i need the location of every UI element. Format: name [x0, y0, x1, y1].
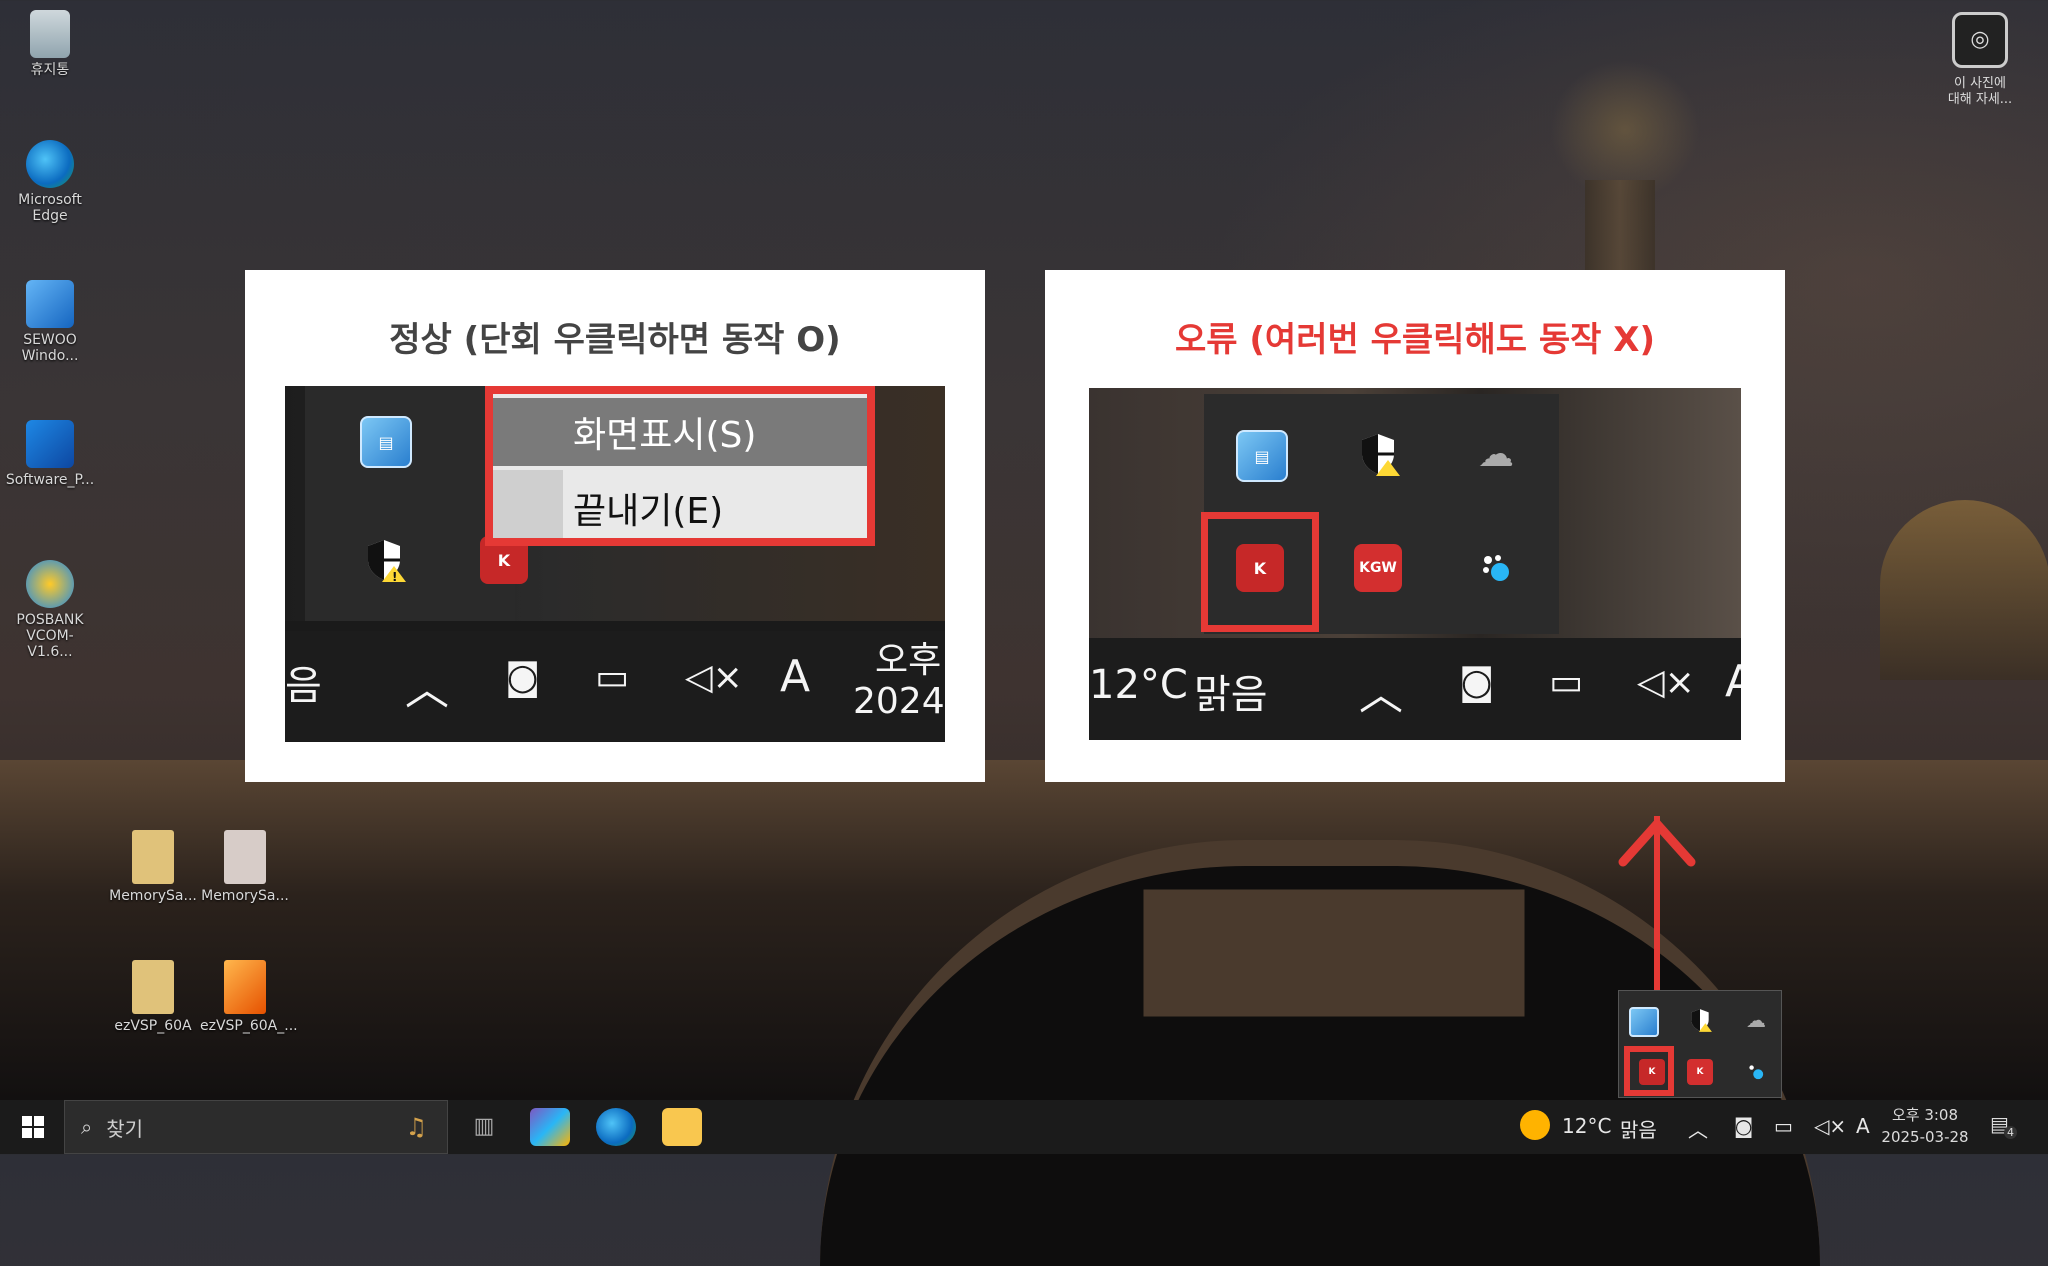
- posbank-icon: [26, 560, 74, 608]
- security-shield-icon[interactable]: !: [360, 536, 408, 584]
- windows-icon: [22, 1116, 44, 1138]
- taskbar-weather-text[interactable]: 맑음: [1620, 1114, 1657, 1143]
- kgw-tray-icon[interactable]: K: [1687, 1059, 1713, 1085]
- input-language-indicator[interactable]: A: [780, 651, 810, 702]
- notification-count: 4: [2004, 1126, 2017, 1139]
- taskbar-weather-temp[interactable]: 12°C: [1562, 1114, 1611, 1138]
- taskbar-search-box[interactable]: ⌕ 찾기 ♫: [64, 1100, 448, 1154]
- menu-item-exit[interactable]: 끝내기(E): [493, 474, 867, 542]
- folder-icon: [132, 830, 174, 884]
- weather-temp[interactable]: 12°C: [1089, 662, 1188, 708]
- camera-icon[interactable]: ◙: [1734, 1114, 1753, 1138]
- learn-about-picture-button[interactable]: ◎ 이 사진에 대해 자세...: [1935, 8, 2025, 108]
- desktop-icon-memory-2[interactable]: MemorySa...: [200, 830, 290, 904]
- error-taskbar-strip: 12°C 맑음 ︿ ◙ ▭ ◁× A: [1089, 638, 1741, 740]
- taskbar-clock[interactable]: 오후 3:08 2025-03-28: [1880, 1104, 1970, 1148]
- onedrive-offline-icon[interactable]: ☁: [1743, 1007, 1769, 1033]
- search-highlight-icon: ♫: [405, 1113, 427, 1141]
- volume-mute-icon[interactable]: ◁×: [685, 657, 743, 698]
- normal-taskbar-strip: 음 ︿ ◙ ▭ ◁× A 오후 2024-: [285, 631, 945, 741]
- onedrive-offline-icon[interactable]: ☁: [1472, 430, 1520, 478]
- notification-button[interactable]: ▤ 4: [1990, 1112, 2020, 1142]
- highlight-kcc-icon: [1201, 512, 1319, 632]
- desktop-icon-ezvsp[interactable]: ezVSP_60A: [108, 960, 198, 1034]
- taskbar: ⌕ 찾기 ♫ ▥ 12°C 맑음 ︿ ◙ ▭ ◁× A 오후 3:08 2025…: [0, 1100, 2048, 1154]
- security-shield-icon[interactable]: [1687, 1007, 1713, 1033]
- edge-icon[interactable]: [596, 1108, 636, 1146]
- weather-icon[interactable]: [1520, 1110, 1550, 1140]
- network-icon[interactable]: ▭: [595, 657, 629, 698]
- chevron-up-icon[interactable]: ︿: [1688, 1114, 1708, 1143]
- file-icon: [224, 830, 266, 884]
- sewoo-tray-icon[interactable]: [1629, 1007, 1659, 1037]
- desktop-icon-sewoo[interactable]: SEWOO Windo...: [5, 280, 95, 364]
- panel-normal-title: 정상 (단회 우클릭하면 동작 O): [389, 320, 841, 360]
- edge-icon: [26, 140, 74, 188]
- chevron-up-icon[interactable]: ︿: [405, 653, 449, 717]
- volume-mute-icon[interactable]: ◁×: [1814, 1114, 1846, 1138]
- volume-mute-icon[interactable]: ◁×: [1637, 662, 1695, 703]
- desktop-icon-recycle-bin[interactable]: 휴지통: [5, 10, 95, 78]
- desktop-icon-memory-1[interactable]: MemorySa...: [108, 830, 198, 904]
- highlight-tray-kcc-icon: [1624, 1046, 1674, 1096]
- weather-text[interactable]: 맑음: [1194, 662, 1268, 720]
- clock-date: 2025-03-28: [1881, 1128, 1969, 1146]
- error-screenshot: ▤ ☁ K KGW 12°C 맑음 ︿ ◙ ▭ ◁× A: [1089, 388, 1741, 740]
- software-icon: [26, 420, 74, 468]
- folder-icon: [132, 960, 174, 1014]
- copilot-icon[interactable]: [530, 1108, 570, 1146]
- camera-icon[interactable]: ◙: [505, 657, 540, 698]
- normal-screenshot: ▤ ! K 화면표시(S) 끝내기(E) 음 ︿ ◙ ▭ ◁× A 오후 202…: [285, 386, 945, 742]
- panel-normal: 정상 (단회 우클릭하면 동작 O) ▤ ! K 화면표시(S) 끝내기(E) …: [245, 270, 985, 782]
- input-language-indicator[interactable]: A: [1725, 656, 1741, 707]
- slack-icon[interactable]: [1472, 544, 1520, 592]
- context-menu: 화면표시(S) 끝내기(E): [485, 386, 875, 546]
- desktop-icon-posbank[interactable]: POSBANK VCOM-V1.6...: [5, 560, 95, 660]
- search-icon: ⌕: [81, 1115, 93, 1139]
- vsp-icon: [224, 960, 266, 1014]
- background-statue: [1550, 60, 1700, 200]
- clock-date-fragment[interactable]: 2024-: [853, 681, 945, 722]
- security-shield-icon[interactable]: [1354, 430, 1402, 478]
- network-icon[interactable]: ▭: [1549, 662, 1583, 703]
- sewoo-tray-icon[interactable]: ▤: [1236, 430, 1288, 482]
- clock-time: 오후 3:08: [1891, 1106, 1959, 1124]
- slack-icon[interactable]: [1743, 1059, 1769, 1085]
- clock-time-fragment[interactable]: 오후: [875, 631, 941, 683]
- normal-tray-popup: ▤ ! K: [305, 386, 528, 621]
- weather-text-fragment: 음: [285, 663, 322, 709]
- input-language-indicator[interactable]: A: [1856, 1114, 1870, 1138]
- chevron-up-icon[interactable]: ︿: [1359, 658, 1403, 722]
- panel-error: 오류 (여러번 우클릭해도 동작 X) ▤ ☁ K KGW 12°C 맑음 ︿ …: [1045, 270, 1785, 782]
- sewoo-tray-icon[interactable]: ▤: [360, 416, 412, 468]
- panel-error-title: 오류 (여러번 우클릭해도 동작 X): [1175, 320, 1655, 360]
- kgw-tray-icon[interactable]: KGW: [1354, 544, 1402, 592]
- camera-icon[interactable]: ◙: [1459, 662, 1494, 703]
- file-explorer-icon[interactable]: [662, 1108, 702, 1146]
- task-view-icon[interactable]: ▥: [464, 1108, 504, 1146]
- search-placeholder: 찾기: [106, 1116, 144, 1141]
- network-icon[interactable]: ▭: [1774, 1114, 1793, 1138]
- arrow-up-icon: [1618, 819, 1696, 867]
- start-button[interactable]: [8, 1100, 58, 1154]
- svg-text:!: !: [392, 570, 397, 584]
- sewoo-icon: [26, 280, 74, 328]
- camera-icon: ◎: [1952, 12, 2008, 68]
- desktop-icon-software[interactable]: Software_P...: [5, 420, 95, 488]
- recycle-bin-icon: [30, 10, 70, 58]
- desktop-icon-ezvsp-setup[interactable]: ezVSP_60A_...: [200, 960, 298, 1034]
- background-dome: [1880, 500, 2048, 680]
- menu-item-show-screen[interactable]: 화면표시(S): [493, 398, 867, 466]
- desktop-icon-edge[interactable]: Microsoft Edge: [5, 140, 95, 224]
